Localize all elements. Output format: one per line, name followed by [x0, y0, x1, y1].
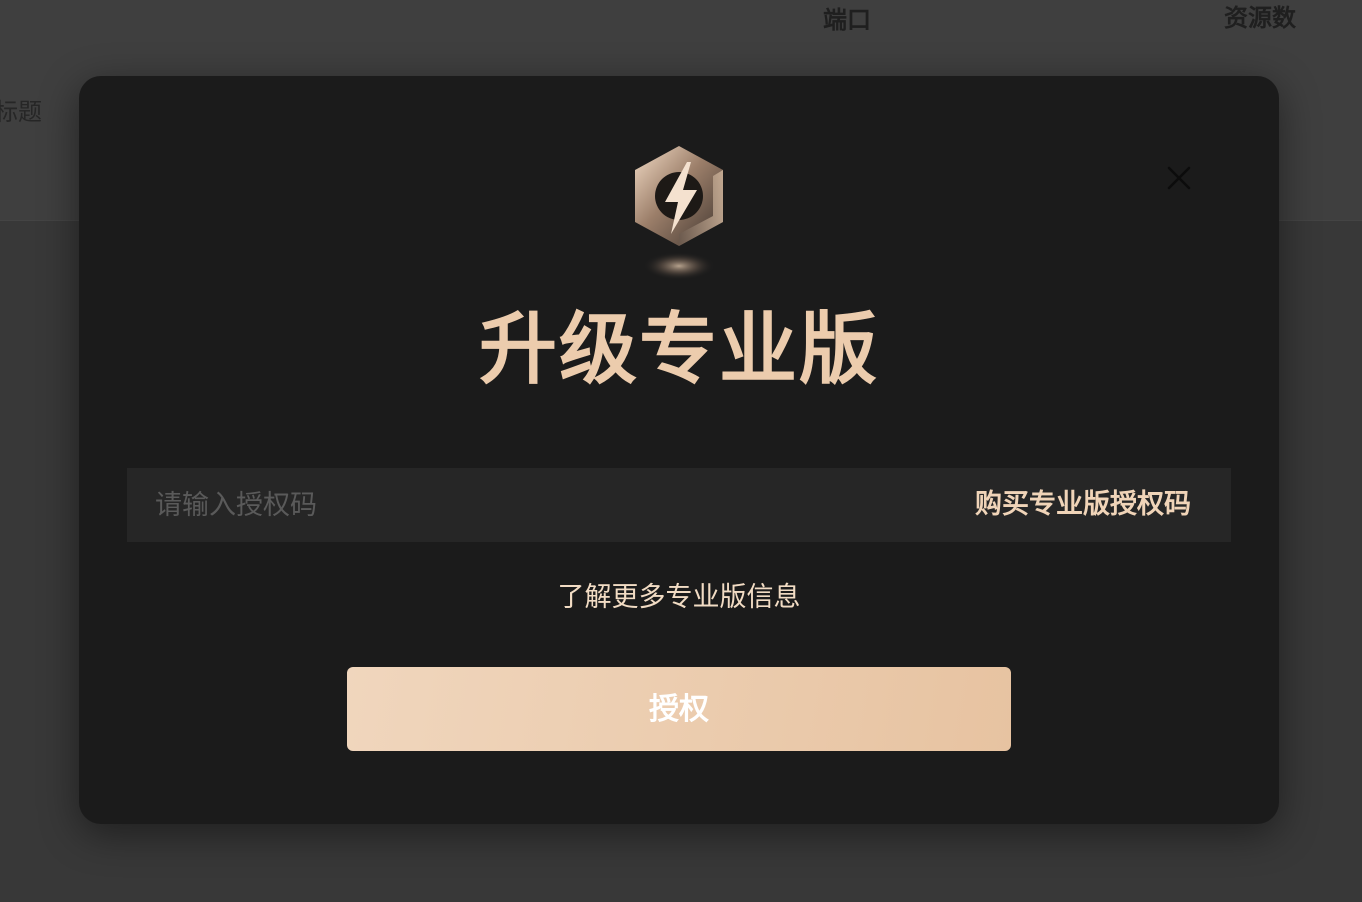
column-header-resources: 资源数 — [1224, 4, 1296, 32]
buy-license-link[interactable]: 购买专业版授权码 — [975, 468, 1191, 542]
license-code-input[interactable] — [155, 468, 915, 542]
column-header-port: 端口 — [823, 6, 871, 34]
page-backdrop: 端口 资源数 标题 升级专业版 请输入授权码 购买专业版授权码 了解更多专业版信… — [0, 0, 1362, 902]
learn-more-link[interactable]: 了解更多专业版信息 — [79, 576, 1279, 620]
modal-heading: 升级专业版 — [478, 305, 879, 395]
close-icon[interactable] — [1163, 162, 1195, 194]
column-header-title: 标题 — [0, 98, 42, 126]
license-field: 购买专业版授权码 — [127, 468, 1231, 542]
authorize-button[interactable]: 授权 — [347, 667, 1011, 751]
lightning-hexagon-icon — [635, 146, 723, 280]
upgrade-modal: 升级专业版 购买专业版授权码 了解更多专业版信息 授权 — [79, 76, 1279, 824]
